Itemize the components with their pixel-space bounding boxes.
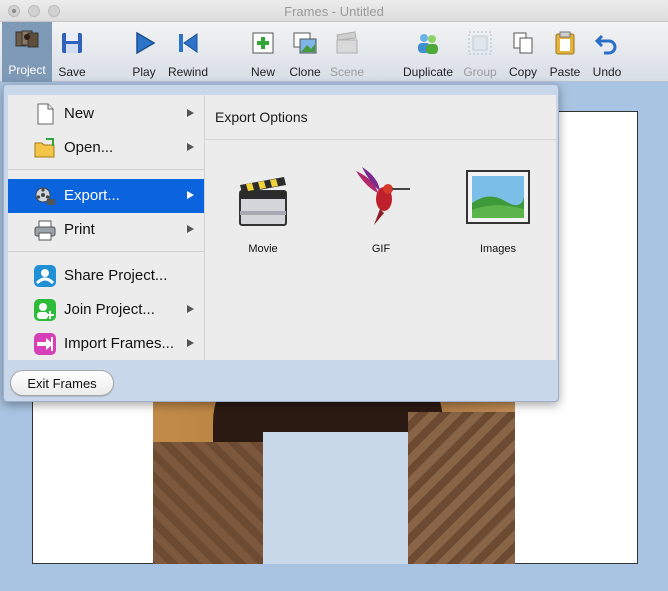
clone-icon: [293, 32, 317, 54]
import-arrow-icon: [34, 333, 56, 355]
clipboard-icon: [555, 31, 575, 55]
undo-button-label: Undo: [592, 65, 622, 79]
scene-button-label: Scene: [329, 65, 365, 79]
export-options-panel: Export Options Movie GIF Images: [204, 95, 557, 360]
menu-item-share-project[interactable]: Share Project...: [8, 259, 204, 293]
undo-button[interactable]: Undo: [579, 24, 635, 80]
group-icon: [468, 31, 492, 55]
duplicate-people-icon: [418, 34, 438, 54]
submenu-separator: [205, 139, 557, 140]
menu-item-label: Export...: [64, 187, 120, 204]
exit-frames-button[interactable]: Exit Frames: [10, 370, 114, 396]
menu-item-label: Share Project...: [64, 267, 168, 284]
printer-icon: [34, 220, 56, 241]
toolbar: Project Save Play Rewind New Clone Scene…: [0, 22, 668, 82]
clapper-icon: [336, 31, 358, 54]
folder-open-icon: [34, 138, 55, 158]
menu-item-label: Join Project...: [64, 301, 155, 318]
document-icon: [37, 103, 54, 125]
menu-item-open[interactable]: Open...: [8, 131, 204, 165]
export-option-label: GIF: [371, 243, 391, 255]
menu-item-new[interactable]: New: [8, 97, 204, 131]
floppy-disk-icon: [62, 33, 82, 53]
project-menu-popup: New Open... Export... Print Share Projec…: [3, 84, 559, 402]
menu-item-label: Import Frames...: [64, 335, 175, 352]
menu-item-print[interactable]: Print: [8, 213, 204, 247]
submenu-arrow-icon: [187, 191, 194, 199]
film-reel-icon: [35, 187, 55, 205]
title-bar: Frames - Untitled: [0, 0, 668, 22]
export-images-option[interactable]: Images: [453, 165, 543, 255]
menu-item-label: Open...: [64, 139, 114, 156]
rewind-button-label: Rewind: [167, 65, 209, 79]
undo-icon: [594, 34, 617, 55]
submenu-arrow-icon: [187, 109, 194, 117]
project-icon: [15, 30, 39, 48]
save-button[interactable]: Save: [44, 24, 100, 80]
rewind-button[interactable]: Rewind: [160, 24, 216, 80]
scene-button[interactable]: Scene: [319, 24, 375, 80]
submenu-arrow-icon: [187, 339, 194, 347]
menu-item-export[interactable]: Export...: [8, 179, 204, 213]
rewind-icon: [179, 33, 198, 53]
landscape-image-icon: [466, 170, 530, 224]
submenu-arrow-icon: [187, 143, 194, 151]
menu-item-import-frames[interactable]: Import Frames...: [8, 327, 204, 361]
menu-item-label: Print: [64, 221, 95, 238]
add-person-icon: [34, 299, 56, 321]
copy-icon: [513, 32, 533, 54]
hummingbird-icon: [356, 167, 410, 225]
menu-separator: [8, 169, 204, 170]
new-frame-icon: [252, 32, 274, 54]
submenu-arrow-icon: [187, 225, 194, 233]
menu-separator: [8, 251, 204, 252]
save-button-label: Save: [58, 65, 86, 79]
export-option-label: Movie: [248, 243, 278, 255]
project-menu-list: New Open... Export... Print Share Projec…: [8, 95, 204, 360]
movie-clapper-icon: [239, 177, 287, 226]
export-movie-option[interactable]: Movie: [218, 165, 308, 255]
share-person-icon: [34, 265, 56, 287]
menu-item-label: New: [64, 105, 95, 122]
export-option-label: Images: [479, 243, 517, 255]
menu-item-join-project[interactable]: Join Project...: [8, 293, 204, 327]
export-gif-option[interactable]: GIF: [336, 165, 426, 255]
window-title: Frames - Untitled: [284, 4, 384, 19]
play-icon: [136, 31, 156, 55]
submenu-arrow-icon: [187, 305, 194, 313]
export-options-title: Export Options: [215, 109, 308, 125]
